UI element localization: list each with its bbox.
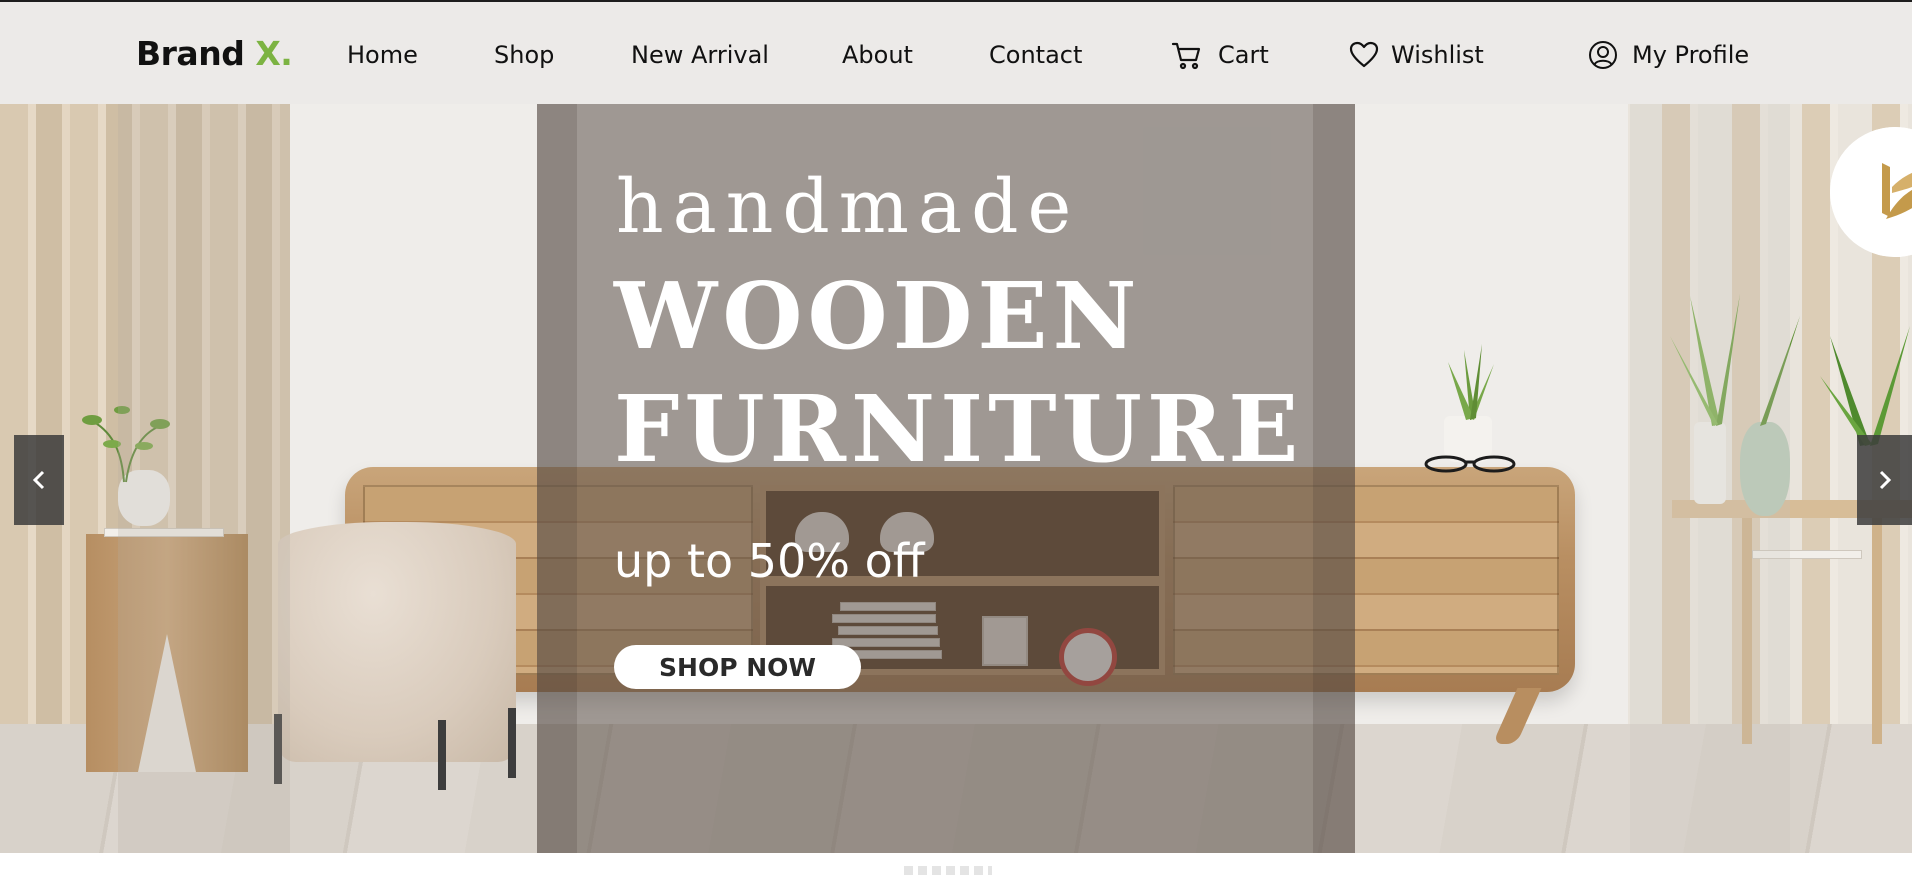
side-dim-right — [1630, 104, 1790, 853]
nav-shop[interactable]: Shop — [494, 41, 554, 69]
site-header: Brand X. Home Shop New Arrival About Con… — [0, 2, 1912, 104]
hero-subtitle: up to 50% off — [614, 534, 925, 588]
nav-contact[interactable]: Contact — [989, 41, 1082, 69]
next-section-hint — [904, 866, 992, 875]
nav-home[interactable]: Home — [347, 41, 418, 69]
succulent-plant — [1448, 344, 1494, 420]
user-circle-icon[interactable] — [1587, 39, 1619, 71]
chevron-right-icon — [1879, 470, 1891, 490]
nav-my-profile[interactable]: My Profile — [1632, 41, 1749, 69]
ottoman-stool — [278, 522, 516, 762]
nav-about[interactable]: About — [842, 41, 913, 69]
brand-name: Brand — [136, 34, 245, 73]
brand-logo[interactable]: Brand X. — [136, 34, 293, 73]
overlay-edge-left — [537, 104, 577, 853]
slider-prev-button[interactable] — [14, 435, 64, 525]
ottoman-leg — [438, 720, 446, 790]
brand-accent: X. — [255, 34, 293, 73]
hero-title-line2: FURNITURE — [614, 375, 1304, 483]
side-dim-left — [118, 104, 290, 853]
hero-title-line1: WOODEN — [614, 262, 1142, 370]
hero-slider: handmade WOODEN FURNITURE up to 50% off … — [0, 104, 1912, 853]
cart-icon[interactable] — [1171, 39, 1203, 71]
slider-next-button[interactable] — [1857, 435, 1912, 525]
hero-kicker: handmade — [616, 164, 1081, 250]
shop-now-button[interactable]: SHOP NOW — [614, 645, 861, 689]
glasses-decor — [1424, 455, 1516, 473]
chevron-left-icon — [32, 470, 45, 490]
nav-wishlist[interactable]: Wishlist — [1391, 41, 1484, 69]
heart-icon[interactable] — [1348, 39, 1380, 71]
overlay-edge-right — [1313, 104, 1355, 853]
ottoman-leg — [508, 708, 516, 778]
nav-new-arrival[interactable]: New Arrival — [631, 41, 769, 69]
nav-cart[interactable]: Cart — [1218, 41, 1269, 69]
